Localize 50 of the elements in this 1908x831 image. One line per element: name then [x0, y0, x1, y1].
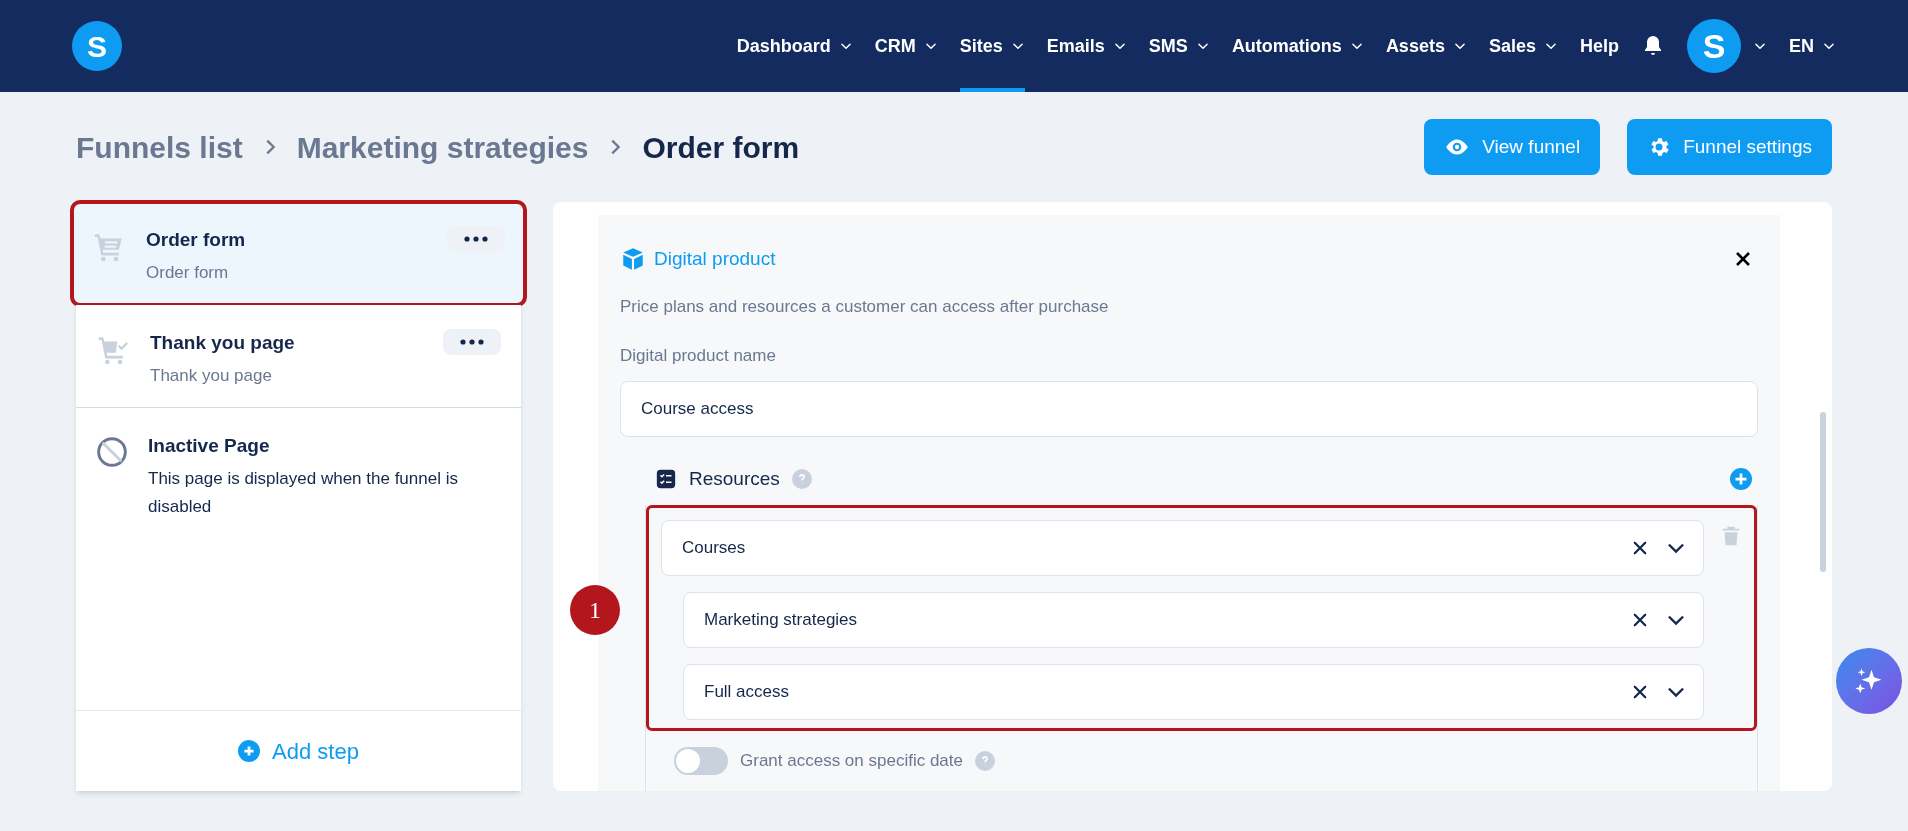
toggle-label: Grant access on specific date — [740, 750, 963, 773]
add-resource-icon[interactable] — [1730, 467, 1752, 490]
nav-menu-item[interactable]: Assets — [1385, 0, 1467, 92]
step-description: Order form — [146, 261, 230, 284]
more-button[interactable] — [447, 226, 505, 252]
toggle-switch[interactable] — [674, 747, 728, 775]
prohibited-icon — [96, 436, 128, 468]
more-icon — [460, 339, 484, 345]
nav-menu-item[interactable]: Dashboard — [736, 0, 853, 92]
box-icon — [620, 246, 646, 273]
section-title: Digital product — [654, 247, 776, 271]
breadcrumb-item: Order form — [642, 129, 800, 166]
funnel-step[interactable]: Inactive Page This page is displayed when the funnel is disabled — [76, 408, 521, 711]
step-title: Inactive Page — [148, 434, 271, 458]
resources-label: Resources — [689, 466, 780, 491]
nav-menu-item[interactable]: Sites — [959, 0, 1025, 92]
nav-menu-item[interactable]: Emails — [1046, 0, 1127, 92]
sparkles-icon — [1854, 666, 1884, 696]
nav-menu-item[interactable]: Help — [1579, 0, 1619, 92]
step-description: This page is displayed when the funnel is disabled — [148, 467, 459, 518]
resource-select[interactable]: Marketing strategies — [683, 592, 1704, 648]
clear-icon[interactable] — [1631, 539, 1649, 557]
step-title: Order form — [146, 228, 247, 252]
product-name-field[interactable]: Course access — [620, 380, 1758, 437]
select-value: Courses — [682, 537, 747, 560]
breadcrumb-item[interactable]: Funnels list — [76, 124, 243, 170]
nav-menu-item[interactable]: Sales — [1488, 0, 1558, 92]
checklist-icon — [655, 467, 677, 490]
funnel-step[interactable]: Thank you page Thank you page — [76, 305, 521, 408]
clear-icon[interactable] — [1631, 611, 1649, 629]
select-value: Marketing strategies — [704, 609, 859, 632]
field-label: Digital product name — [620, 345, 777, 367]
resource-select[interactable]: Courses — [661, 520, 1704, 576]
more-button[interactable] — [443, 329, 501, 355]
nav-menu-item[interactable]: Automations — [1231, 0, 1364, 92]
funnel-step[interactable]: Order form Order form — [72, 202, 525, 305]
step-description: Thank you page — [150, 364, 273, 387]
plus-circle-icon — [238, 740, 261, 762]
breadcrumb-item[interactable]: Marketing strategies — [296, 124, 589, 170]
language-selector[interactable]: EN — [1789, 0, 1836, 92]
nav-menu-item[interactable]: CRM — [874, 0, 938, 92]
more-icon — [464, 236, 488, 242]
section-description: Price plans and resources a customer can access after purchase — [620, 295, 1110, 318]
select-value: Full access — [704, 681, 791, 704]
step-title: Thank you page — [150, 331, 296, 355]
nav-menu-item[interactable]: SMS — [1148, 0, 1210, 92]
scrollbar[interactable] — [1820, 412, 1826, 572]
annotation-badge: 1 — [570, 585, 620, 635]
resource-select[interactable]: Full access — [683, 664, 1704, 720]
clear-icon[interactable] — [1631, 683, 1649, 701]
